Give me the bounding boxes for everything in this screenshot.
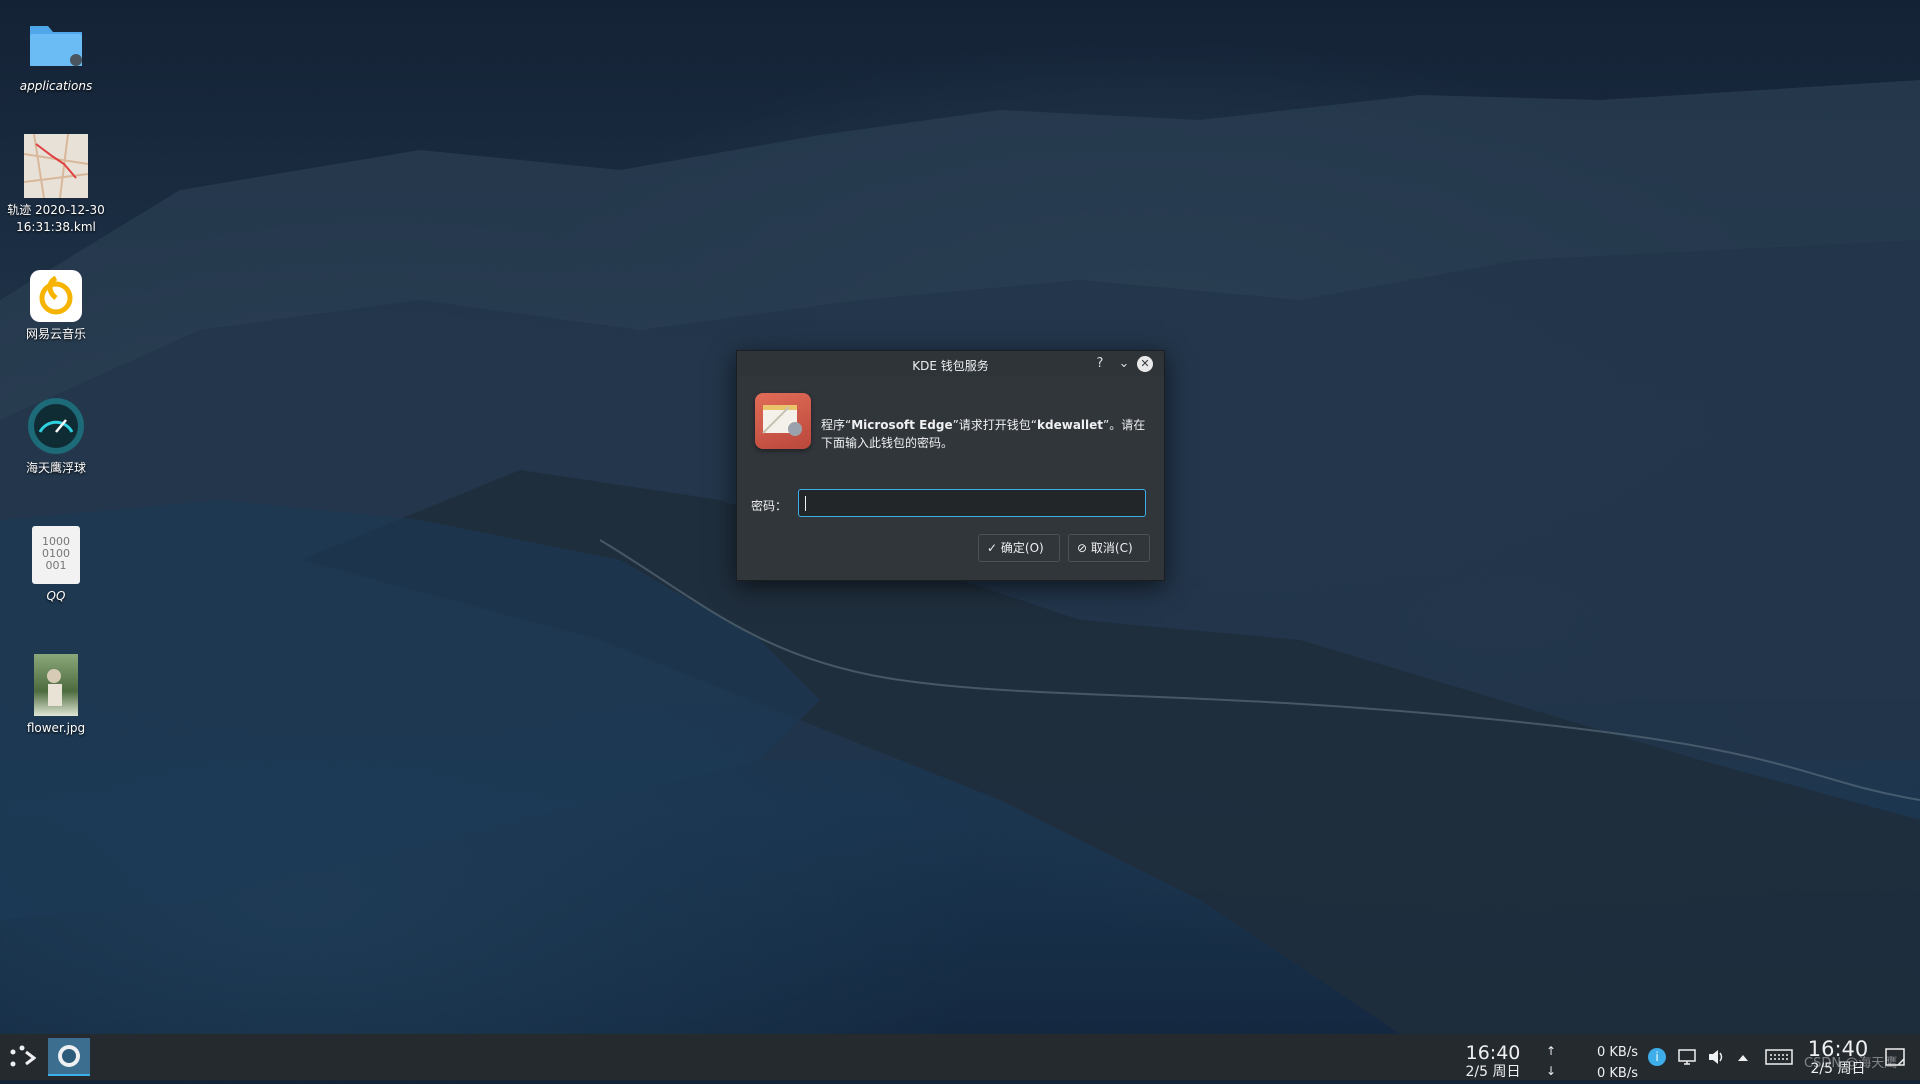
upload-speed: 0 KB/s bbox=[1597, 1045, 1638, 1060]
keyboard-icon[interactable] bbox=[1765, 1048, 1793, 1066]
clock-time: 16:40 bbox=[1465, 1042, 1521, 1064]
desktop-icon-floating-ball[interactable]: 海天鹰浮球 bbox=[4, 396, 108, 477]
folder-icon bbox=[26, 14, 86, 74]
desktop-icon-label: 网易云音乐 bbox=[25, 327, 86, 341]
download-arrow-icon: ↓ bbox=[1545, 1064, 1557, 1078]
cancel-button-label: 取消(C) bbox=[1090, 541, 1133, 555]
desktop-icon-qq[interactable]: 1000 0100 001 QQ bbox=[4, 526, 108, 605]
message-prefix: 程序“ bbox=[821, 418, 852, 432]
speedometer-icon bbox=[26, 396, 86, 456]
desktop-icon-netease-music[interactable]: 网易云音乐 bbox=[4, 270, 108, 343]
desktop-icon-label: 海天鹰浮球 bbox=[25, 461, 86, 475]
info-icon[interactable]: i bbox=[1648, 1048, 1666, 1066]
help-icon[interactable]: ? bbox=[1091, 355, 1109, 373]
dialog-message: 程序“Microsoft Edge”请求打开钱包“kdewallet”。请在下面… bbox=[821, 416, 1151, 452]
upload-arrow-icon: ↑ bbox=[1545, 1044, 1557, 1058]
desktop-icon-label: flower.jpg bbox=[26, 721, 86, 735]
tray-expand-icon[interactable] bbox=[1736, 1050, 1750, 1064]
network-speed[interactable]: 0 KB/s 0 KB/s bbox=[1578, 1042, 1638, 1084]
minimize-icon[interactable]: ⌄ bbox=[1115, 355, 1133, 373]
kde-wallet-dialog: KDE 钱包服务 ? ⌄ ✕ 程序“Microsoft Edge”请求打开钱包“… bbox=[736, 350, 1165, 581]
clock-date: 2/5 周日 bbox=[1465, 1064, 1521, 1080]
binary-file-icon: 1000 0100 001 bbox=[32, 526, 80, 584]
wallet-icon bbox=[755, 393, 811, 449]
desktop-icon-label-line1: 轨迹 2020-12-30 bbox=[7, 203, 105, 217]
app-launcher-icon[interactable] bbox=[8, 1044, 37, 1072]
text-caret bbox=[805, 496, 806, 511]
netease-music-icon bbox=[30, 270, 82, 322]
desktop-icon-label-line2: 16:31:38.kml bbox=[16, 220, 96, 234]
message-app-name: Microsoft Edge bbox=[851, 418, 953, 432]
network-arrows: ↑ ↓ bbox=[1545, 1044, 1557, 1079]
desktop-icon-applications[interactable]: applications bbox=[4, 14, 108, 95]
checkmark-icon: ✓ bbox=[987, 541, 998, 555]
kwallet-task-icon-inner bbox=[62, 1049, 76, 1063]
close-icon[interactable]: ✕ bbox=[1137, 356, 1153, 372]
desktop-icon-label: QQ bbox=[46, 589, 66, 603]
message-wallet-name: kdewallet bbox=[1037, 418, 1104, 432]
cancel-icon: ⊘ bbox=[1077, 541, 1088, 555]
image-thumbnail-icon bbox=[34, 654, 78, 716]
ok-button-label: 确定(O) bbox=[1000, 541, 1044, 555]
cancel-button[interactable]: ⊘ 取消(C) bbox=[1068, 534, 1150, 562]
message-middle: ”请求打开钱包“ bbox=[952, 418, 1038, 432]
desktop-icon-flower-jpg[interactable]: flower.jpg bbox=[4, 654, 108, 737]
taskbar-task-wallet[interactable] bbox=[48, 1038, 90, 1076]
volume-icon[interactable] bbox=[1707, 1048, 1725, 1066]
ok-button[interactable]: ✓ 确定(O) bbox=[978, 534, 1060, 562]
password-input[interactable] bbox=[798, 489, 1146, 517]
map-file-icon bbox=[23, 133, 89, 199]
taskbar: 16:40 2/5 周日 ↑ ↓ 0 KB/s 0 KB/s i 16:40 2… bbox=[0, 1034, 1920, 1081]
desktop-icon-label: applications bbox=[19, 79, 93, 93]
display-icon[interactable] bbox=[1678, 1048, 1696, 1066]
download-speed: 0 KB/s bbox=[1597, 1066, 1638, 1081]
desktop-icon-kml-track[interactable]: 轨迹 2020-12-30 16:31:38.kml bbox=[4, 133, 108, 236]
show-desktop-icon[interactable] bbox=[1884, 1046, 1906, 1068]
binary-text-line: 001 bbox=[45, 559, 67, 572]
clock-primary[interactable]: 16:40 2/5 周日 bbox=[1458, 1043, 1528, 1081]
dialog-titlebar[interactable]: KDE 钱包服务 ? ⌄ ✕ bbox=[737, 351, 1164, 377]
password-label: 密码： bbox=[751, 499, 788, 513]
